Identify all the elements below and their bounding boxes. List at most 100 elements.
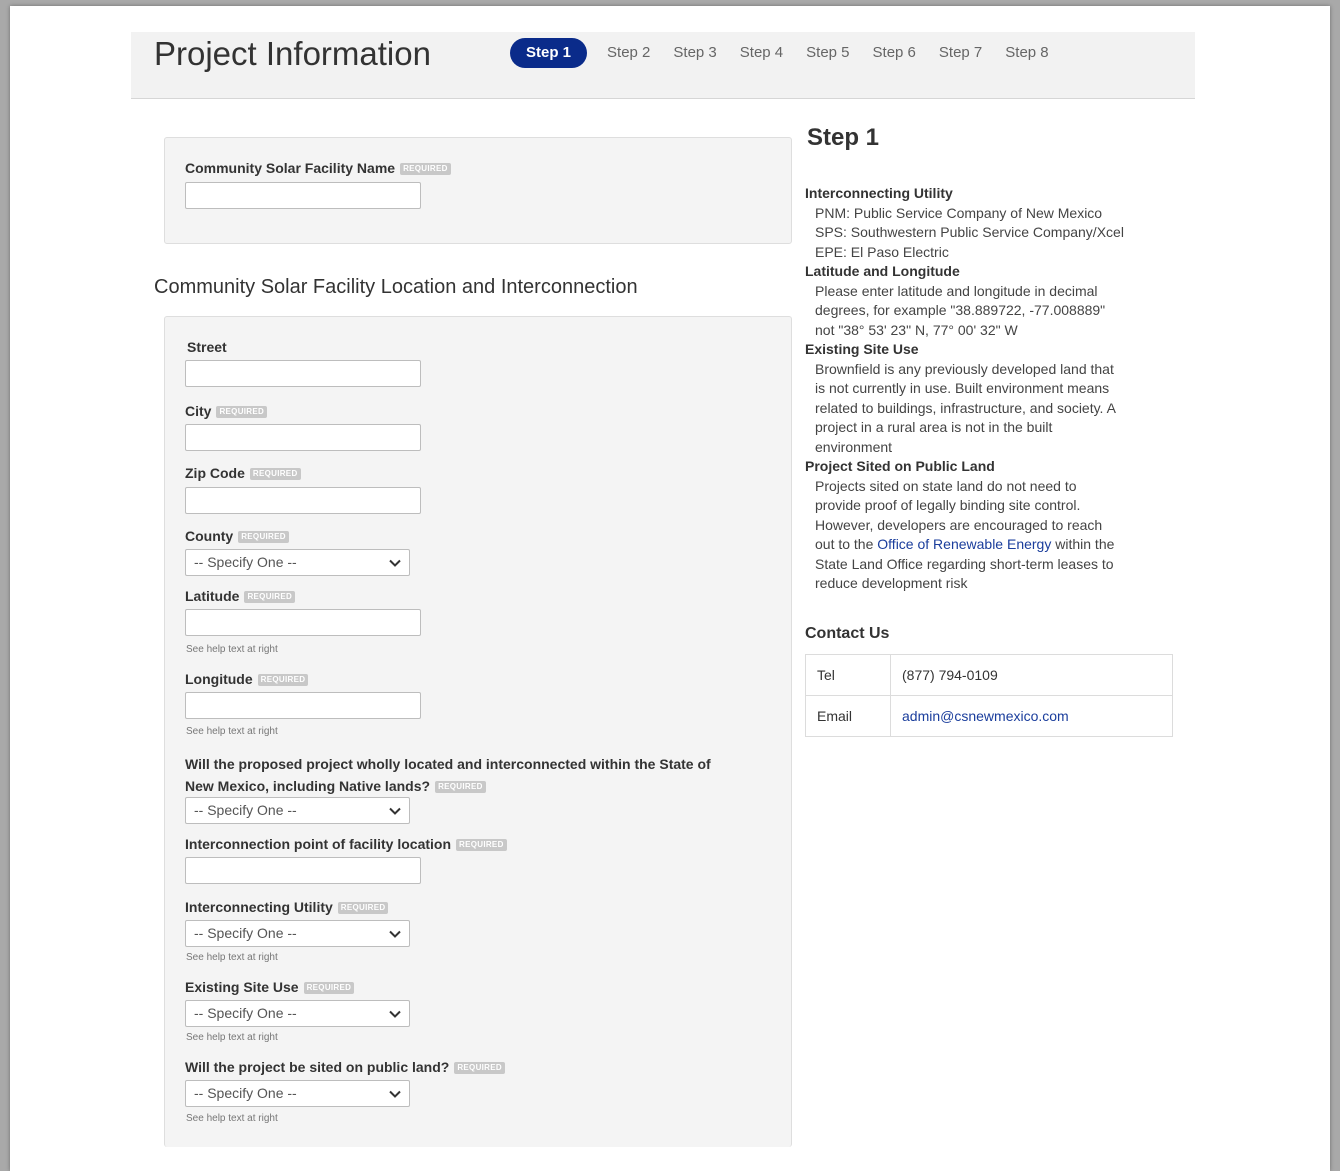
help-utility-line: PNM: Public Service Company of New Mexic… [815, 204, 1103, 221]
required-badge: REQUIRED [249, 468, 301, 480]
help-latlon-line: not "38° 53' 23" N, 77° 00' 32" W [815, 321, 1018, 338]
help-site-use-title: Existing Site Use [805, 341, 919, 357]
longitude-label: Longitude REQUIRED [185, 671, 309, 687]
site-use-select[interactable]: -- Specify One -- [185, 1000, 410, 1027]
site-use-select-value: -- Specify One -- [194, 1005, 297, 1021]
city-input[interactable] [185, 424, 421, 451]
facility-name-input[interactable] [185, 182, 421, 209]
tel-label: Tel [805, 654, 891, 696]
utility-label-text: Interconnecting Utility [185, 899, 333, 915]
zip-label-text: Zip Code [185, 465, 245, 481]
help-sidebar: Step 1 Interconnecting Utility PNM: Publ… [805, 120, 1185, 737]
step-4-tab[interactable]: Step 4 [740, 38, 783, 68]
contact-table: Tel (877) 794-0109 Email admin@csnewmexi… [805, 654, 1173, 737]
help-public-land-line: reduce development risk [815, 575, 968, 591]
office-of-renewable-energy-link[interactable]: Office of Renewable Energy [877, 536, 1051, 552]
required-badge: REQUIRED [303, 982, 355, 994]
facility-name-label-text: Community Solar Facility Name [185, 160, 396, 176]
contact-row-email: Email admin@csnewmexico.com [805, 695, 1173, 737]
step-3-tab[interactable]: Step 3 [673, 38, 716, 68]
county-select[interactable]: -- Specify One -- [185, 549, 410, 576]
site-use-label: Existing Site Use REQUIRED [185, 979, 355, 995]
help-public-land-line: However, developers are encouraged to re… [815, 516, 1103, 533]
help-utility-line: SPS: Southwestern Public Service Company… [815, 224, 1124, 240]
public-land-select[interactable]: -- Specify One -- [185, 1080, 410, 1107]
page-title: Project Information [154, 35, 431, 72]
latitude-help: See help text at right [186, 644, 278, 655]
header-bar: Project Information Step 1 Step 2 Step 3… [131, 32, 1195, 99]
help-site-use-line: Brownfield is any previously developed l… [815, 360, 1114, 377]
email-cell: admin@csnewmexico.com [890, 695, 1173, 737]
utility-label: Interconnecting Utility REQUIRED [185, 899, 389, 915]
chevron-down-icon [389, 559, 401, 567]
longitude-label-text: Longitude [185, 671, 253, 687]
step-2-tab[interactable]: Step 2 [607, 38, 650, 68]
utility-select[interactable]: -- Specify One -- [185, 920, 410, 947]
chevron-down-icon [389, 1090, 401, 1098]
within-nm-label: Will the proposed project wholly located… [185, 753, 711, 797]
help-public-land-line: provide proof of legally binding site co… [815, 497, 1081, 513]
required-badge: REQUIRED [216, 406, 268, 418]
interconnection-point-label: Interconnection point of facility locati… [185, 836, 507, 852]
site-use-help: See help text at right [186, 1032, 278, 1043]
chevron-down-icon [389, 807, 401, 815]
zip-label: Zip Code REQUIRED [185, 465, 301, 481]
site-use-label-text: Existing Site Use [185, 979, 299, 995]
utility-help: See help text at right [186, 952, 278, 963]
required-badge: REQUIRED [238, 531, 289, 543]
help-latlon-line: degrees, for example "38.889722, -77.008… [815, 302, 1106, 318]
public-land-select-value: -- Specify One -- [194, 1085, 297, 1101]
required-badge: REQUIRED [454, 1062, 505, 1074]
required-badge: REQUIRED [400, 163, 451, 175]
help-utility-title: Interconnecting Utility [805, 185, 953, 201]
help-public-land-line: out to the Office of Renewable Energy wi… [805, 535, 1124, 555]
public-land-label: Will the project be sited on public land… [185, 1059, 505, 1075]
step-1-tab[interactable]: Step 1 [510, 38, 588, 68]
location-section-title: Community Solar Facility Location and In… [154, 276, 638, 298]
step-7-tab[interactable]: Step 7 [939, 38, 982, 68]
help-latlon-title: Latitude and Longitude [805, 263, 960, 279]
zip-input[interactable] [185, 487, 421, 514]
county-label: County REQUIRED [185, 528, 289, 544]
required-badge: REQUIRED [456, 839, 507, 851]
required-badge: REQUIRED [337, 902, 389, 914]
help-site-use-line: project in a rural area is not in the bu… [815, 419, 1053, 435]
step-5-tab[interactable]: Step 5 [806, 38, 849, 68]
help-latlon-line: Please enter latitude and longitude in d… [815, 282, 1098, 299]
email-label: Email [805, 695, 891, 737]
help-public-land-title: Project Sited on Public Land [805, 458, 995, 474]
within-nm-label-line1: Will the proposed project wholly located… [185, 756, 711, 772]
interconnection-point-input[interactable] [185, 857, 421, 884]
help-content: Interconnecting Utility PNM: Public Serv… [805, 184, 1124, 594]
help-public-land-pre: out to the [815, 536, 878, 552]
contact-row-tel: Tel (877) 794-0109 [805, 654, 1173, 696]
help-site-use-line: related to buildings, infrastructure, an… [815, 399, 1116, 416]
latitude-input[interactable] [185, 609, 421, 636]
step-8-tab[interactable]: Step 8 [1005, 38, 1048, 68]
step-nav: Step 1 Step 2 Step 3 Step 4 Step 5 Step … [510, 38, 1072, 68]
contact-heading: Contact Us [805, 625, 890, 642]
street-input[interactable] [185, 360, 421, 387]
chevron-down-icon [389, 930, 401, 938]
chevron-down-icon [389, 1010, 401, 1018]
within-nm-label-line2: New Mexico, including Native lands? [185, 778, 431, 794]
tel-value: (877) 794-0109 [890, 654, 1173, 696]
email-link[interactable]: admin@csnewmexico.com [902, 708, 1069, 724]
step-6-tab[interactable]: Step 6 [873, 38, 916, 68]
interconnection-point-label-text: Interconnection point of facility locati… [185, 836, 452, 852]
help-public-land-post: within the [1051, 536, 1115, 552]
utility-select-value: -- Specify One -- [194, 925, 297, 941]
within-nm-select[interactable]: -- Specify One -- [185, 797, 410, 824]
longitude-input[interactable] [185, 692, 421, 719]
help-public-land-line: State Land Office regarding short-term l… [815, 555, 1114, 572]
public-land-label-text: Will the project be sited on public land… [185, 1059, 450, 1075]
help-utility-line: EPE: El Paso Electric [815, 243, 949, 260]
required-badge: REQUIRED [257, 674, 309, 686]
help-public-land-line: Projects sited on state land do not need… [815, 477, 1077, 494]
latitude-label: Latitude REQUIRED [185, 588, 296, 604]
county-select-value: -- Specify One -- [194, 554, 297, 570]
required-badge: REQUIRED [435, 781, 486, 793]
longitude-help: See help text at right [186, 726, 278, 737]
latitude-label-text: Latitude [185, 588, 240, 604]
street-label: Street [187, 339, 227, 355]
